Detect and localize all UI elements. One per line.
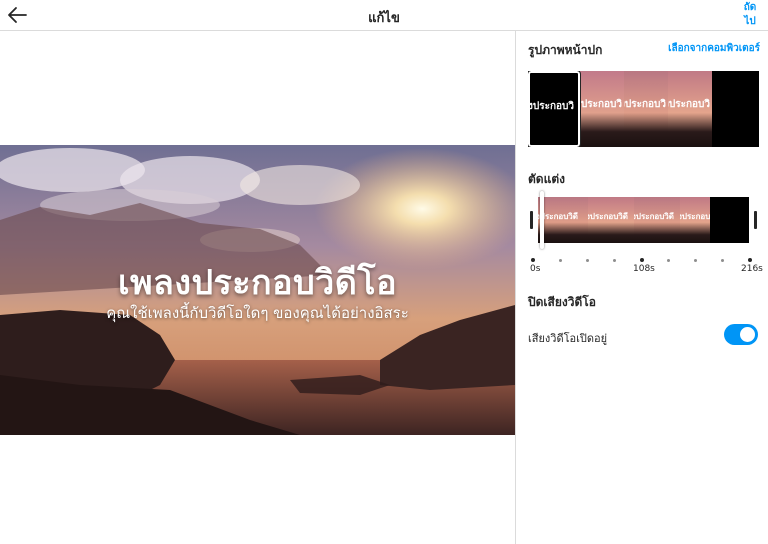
trim-start-handle[interactable]	[530, 211, 533, 229]
trim-frame: งประกอบวิดี	[588, 197, 634, 243]
frame-text: งประกอบวิดี	[538, 212, 578, 221]
cover-thumbnail[interactable]	[712, 71, 759, 147]
video-sound-label: เสียงวิดีโอเปิดอยู่	[528, 332, 608, 345]
thumbnail-text: งประกอบวิ	[580, 99, 622, 110]
tick-mark	[613, 259, 616, 262]
video-subtitle-text: คุณใช้เพลงนี้กับวิดีโอใดๆ ของคุณได้อย่าง…	[106, 304, 409, 322]
next-button[interactable]: ถัดไป	[742, 1, 758, 29]
mute-section-label: ปิดเสียงวิดีโอ	[528, 295, 596, 309]
trim-end-handle[interactable]	[754, 211, 757, 229]
cover-thumbnail-strip: งประกอบวิ งประกอบวิ งประกอบวิ งประกอบวิ	[528, 71, 759, 147]
trim-frame: งประกอบวิดี	[538, 197, 588, 243]
trim-frame: งประกอบวิดี	[680, 197, 710, 243]
trim-filmstrip[interactable]: งประกอบวิดี งประกอบวิดี งประกอบวิดี งประ…	[538, 197, 749, 243]
trim-frame: งประกอบวิดี	[634, 197, 680, 243]
cover-thumbnail[interactable]: งประกอบวิ	[624, 71, 668, 147]
selected-cover-thumbnail[interactable]: งประกอบวิ	[528, 71, 581, 147]
choose-from-computer-link[interactable]: เลือกจากคอมพิวเตอร์	[668, 41, 760, 56]
frame-text: งประกอบวิดี	[680, 212, 710, 221]
thumbnail-text: งประกอบวิ	[624, 99, 666, 110]
playhead[interactable]	[540, 191, 544, 249]
thumbnail-text: งประกอบวิ	[528, 101, 574, 112]
cover-thumbnail[interactable]: งประกอบวิ	[668, 71, 712, 147]
toggle-knob	[740, 327, 755, 342]
tick-mark	[748, 258, 752, 262]
tick-label-start: 0s	[530, 264, 541, 274]
trim-frame	[710, 197, 749, 243]
video-sound-toggle[interactable]	[724, 324, 758, 345]
tick-mark	[531, 258, 535, 262]
top-bar: แก้ไข ถัดไป	[0, 0, 768, 31]
edit-panel: รูปภาพหน้าปก เลือกจากคอมพิวเตอร์ งประกอบ…	[515, 31, 768, 544]
video-frame[interactable]: เพลงประกอบวิดีโอ คุณใช้เพลงนี้กับวิดีโอใ…	[0, 145, 515, 435]
tick-mark	[559, 259, 562, 262]
cover-section-label: รูปภาพหน้าปก	[528, 43, 603, 57]
tick-mark	[640, 258, 644, 262]
tick-mark	[586, 259, 589, 262]
cover-thumbnail[interactable]: งประกอบวิ	[580, 71, 624, 147]
tick-label-middle: 108s	[633, 264, 655, 274]
frame-text: งประกอบวิดี	[588, 212, 628, 221]
trim-timeline: งประกอบวิดี งประกอบวิดี งประกอบวิดี งประ…	[528, 191, 759, 249]
tick-mark	[694, 259, 697, 262]
trim-section-label: ตัดแต่ง	[528, 172, 565, 186]
tick-label-end: 216s	[741, 264, 763, 274]
frame-text: งประกอบวิดี	[634, 212, 674, 221]
thumbnail-text: งประกอบวิ	[668, 99, 710, 110]
tick-mark	[721, 259, 724, 262]
page-title: แก้ไข	[368, 11, 400, 26]
video-preview-area: เพลงประกอบวิดีโอ คุณใช้เพลงนี้กับวิดีโอใ…	[0, 31, 515, 544]
tick-mark	[667, 259, 670, 262]
